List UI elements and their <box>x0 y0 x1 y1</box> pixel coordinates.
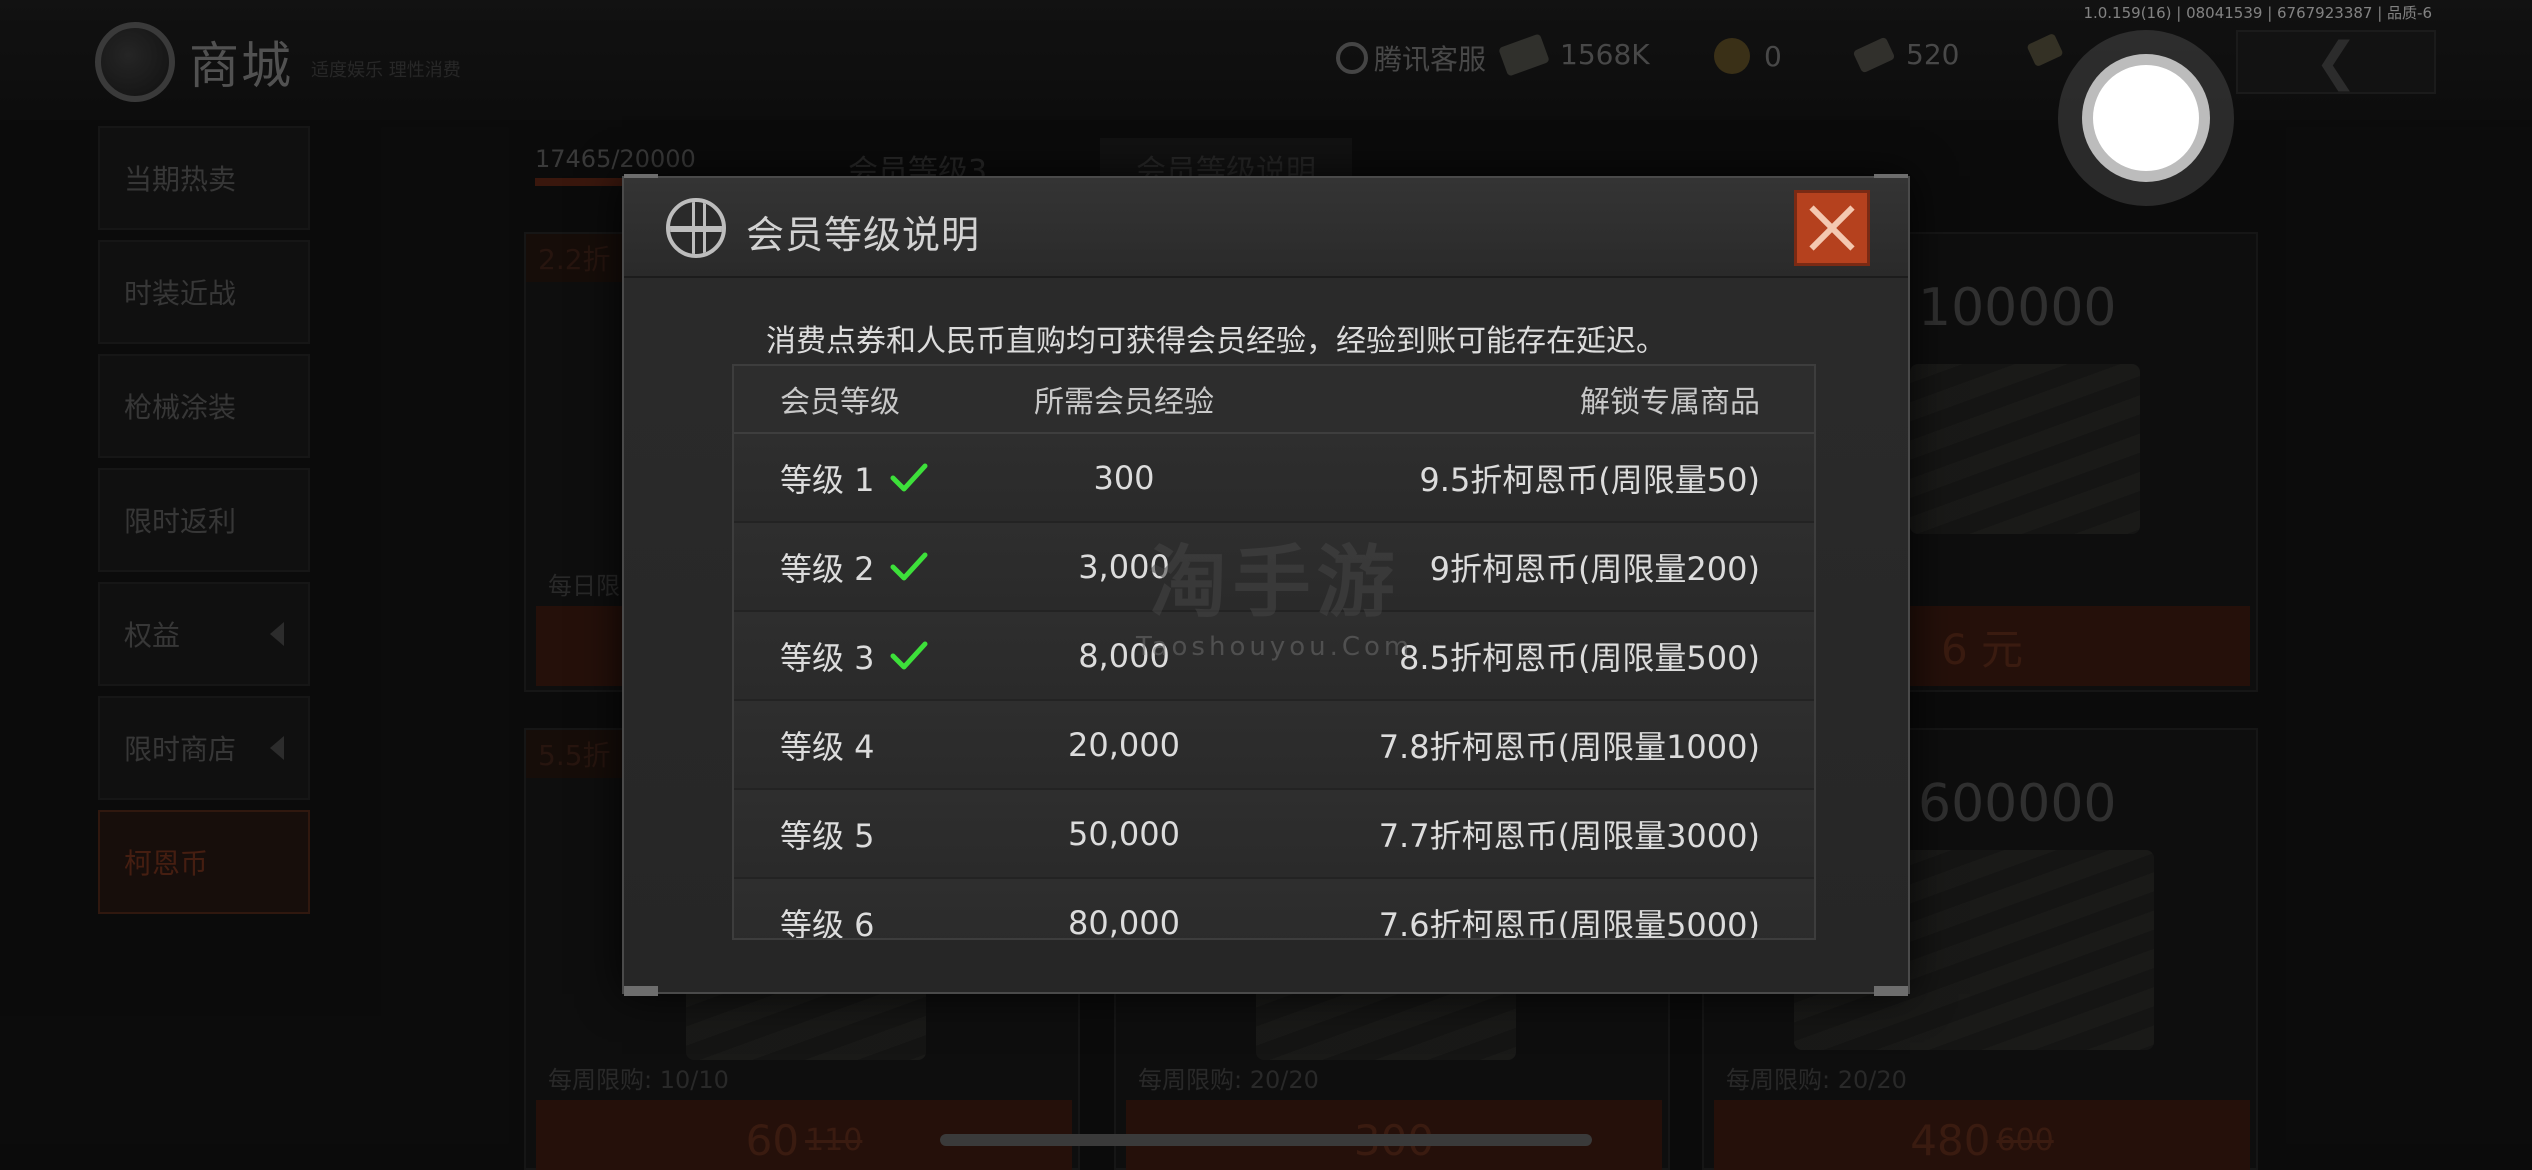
home-indicator[interactable] <box>940 1134 1592 1146</box>
level-cell: 等级 5 <box>734 811 1004 857</box>
level-cell: 等级 6 <box>734 900 1004 940</box>
checkmark-icon <box>890 552 928 580</box>
column-header-items: 解锁专属商品 <box>1580 385 1760 420</box>
watermark-logo-text: 淘手游 <box>1148 538 1401 628</box>
checkmark-icon <box>890 641 928 669</box>
level-label: 等级 2 <box>780 549 875 588</box>
floating-assist-button[interactable] <box>2058 30 2234 206</box>
modal-title: 会员等级说明 <box>746 213 981 257</box>
level-label: 等级 1 <box>780 460 875 499</box>
required-exp-cell: 20,000 <box>1068 725 1180 764</box>
modal-header: 会员等级说明 <box>624 178 1908 278</box>
level-label: 等级 6 <box>780 905 875 940</box>
level-cell: 等级 4 <box>734 722 1004 768</box>
table-row: 等级 5 50,000 7.7折柯恩币(周限量3000) <box>734 790 1814 879</box>
level-label: 等级 4 <box>780 727 875 766</box>
level-label: 等级 3 <box>780 638 875 677</box>
modal-description: 消费点券和人民币直购均可获得会员经验，经验到账可能存在延迟。 <box>766 324 1666 359</box>
globe-icon <box>666 198 726 258</box>
close-button[interactable] <box>1794 190 1870 266</box>
table-header: 会员等级 所需会员经验 解锁专属商品 <box>734 366 1814 434</box>
level-label: 等级 5 <box>780 816 875 855</box>
checkmark-icon <box>890 463 928 491</box>
assist-button-ring <box>2082 54 2210 182</box>
required-exp-cell: 300 <box>1093 458 1155 497</box>
unlock-item-cell: 7.6折柯恩币(周限量5000) <box>1378 905 1760 940</box>
level-cell: 等级 1 <box>734 455 1004 501</box>
column-header-level: 会员等级 <box>780 385 900 420</box>
frame-corner <box>624 986 658 996</box>
assist-button-knob <box>2093 65 2199 171</box>
unlock-item-cell: 7.8折柯恩币(周限量1000) <box>1378 727 1760 766</box>
unlock-item-cell: 9.5折柯恩币(周限量50) <box>1419 460 1760 499</box>
table-row: 等级 1 300 9.5折柯恩币(周限量50) <box>734 434 1814 523</box>
required-exp-cell: 80,000 <box>1068 903 1180 940</box>
table-row: 等级 6 80,000 7.6折柯恩币(周限量5000) <box>734 879 1814 940</box>
close-icon <box>1809 205 1855 251</box>
level-cell: 等级 3 <box>734 633 1004 679</box>
level-cell: 等级 2 <box>734 544 1004 590</box>
unlock-item-cell: 7.7折柯恩币(周限量3000) <box>1378 816 1760 855</box>
watermark: 淘手游 Taoshouyou.Com <box>1136 520 1413 662</box>
column-header-exp: 所需会员经验 <box>1034 385 1214 420</box>
table-body: 等级 1 300 9.5折柯恩币(周限量50) 等级 2 3,000 9折柯恩币(周限量2… <box>734 434 1814 940</box>
required-exp-cell: 50,000 <box>1068 814 1180 853</box>
watermark-url: Taoshouyou.Com <box>1136 632 1414 662</box>
table-row: 等级 4 20,000 7.8折柯恩币(周限量1000) <box>734 701 1814 790</box>
frame-corner <box>1874 986 1908 996</box>
